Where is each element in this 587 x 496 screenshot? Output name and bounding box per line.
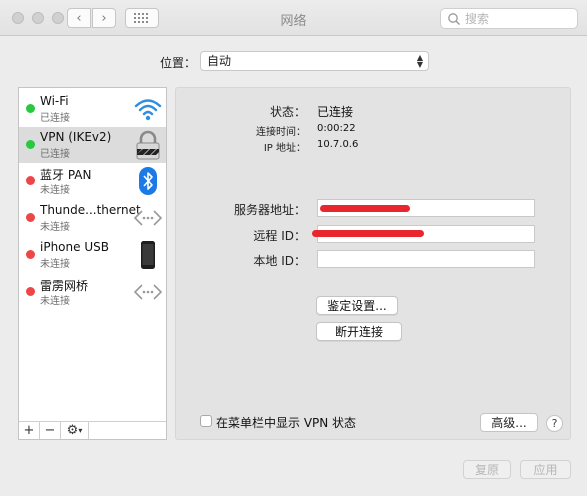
bluetooth-icon	[139, 167, 157, 195]
server-address-field[interactable]	[317, 199, 535, 217]
wifi-icon	[134, 99, 162, 121]
ip-address-value: 10.7.0.6	[317, 139, 359, 150]
gear-menu-button[interactable]: ⚙ ▾	[61, 422, 89, 439]
service-list-toolbar: + − ⚙ ▾	[19, 421, 166, 439]
service-item-vpn[interactable]: VPN (IKEv2) 已连接	[19, 127, 166, 163]
chevron-down-icon: ▾	[78, 426, 83, 435]
service-item-thunderbolt-ethernet[interactable]: Thunde...thernet 未连接	[19, 200, 166, 236]
service-name: Wi-Fi	[40, 94, 69, 108]
location-value: 自动	[207, 54, 232, 68]
location-label: 位置：	[160, 56, 197, 70]
redaction-mark	[320, 205, 410, 212]
remote-id-label: 远程 ID：	[253, 229, 306, 243]
service-item-iphone-usb[interactable]: iPhone USB 未连接	[19, 237, 166, 273]
service-status: 未连接	[40, 296, 70, 307]
status-label: 状态：	[269, 105, 306, 119]
vpn-detail-panel: 状态： 已连接 连接时间： 0:00:22 IP 地址： 10.7.0.6 服务…	[175, 87, 571, 440]
service-status: 未连接	[40, 259, 70, 270]
show-vpn-status-label: 在菜单栏中显示 VPN 状态	[216, 416, 357, 430]
service-name: Thunde...thernet	[40, 203, 141, 217]
service-item-thunderbolt-bridge[interactable]: 雷雳网桥 未连接	[19, 274, 166, 310]
service-list: Wi-Fi 已连接 VPN (IKEv2) 已连接 蓝牙 PAN 未连接 Thu…	[18, 87, 167, 440]
local-id-label: 本地 ID：	[253, 254, 306, 268]
service-item-wifi[interactable]: Wi-Fi 已连接	[19, 91, 166, 127]
iphone-icon	[141, 241, 155, 269]
lock-icon	[136, 130, 160, 160]
service-status: 未连接	[40, 185, 70, 196]
ip-address-label: IP 地址：	[263, 143, 306, 154]
search-icon	[448, 12, 460, 25]
connect-time-value: 0:00:22	[317, 123, 356, 134]
network-preferences-window: ‹ › 网络 搜索 位置： 自动 ▲ ▼ Wi-Fi 已连接 VPN (IKEv…	[0, 0, 587, 496]
service-name: iPhone USB	[40, 240, 109, 254]
status-dot	[26, 176, 35, 185]
status-dot	[26, 287, 35, 296]
location-select[interactable]: 自动 ▲ ▼	[200, 51, 429, 71]
service-status: 已连接	[40, 149, 70, 160]
search-placeholder: 搜索	[465, 12, 490, 26]
apply-button[interactable]: 应用	[520, 460, 571, 479]
service-name: VPN (IKEv2)	[40, 130, 112, 144]
gear-icon: ⚙	[66, 423, 79, 438]
status-dot	[26, 213, 35, 222]
status-dot	[26, 140, 35, 149]
remove-service-button[interactable]: −	[40, 422, 61, 439]
help-button[interactable]: ?	[546, 415, 563, 432]
connect-time-label: 连接时间：	[256, 127, 306, 138]
bridge-icon	[133, 284, 163, 300]
authentication-settings-button[interactable]: 鉴定设置...	[316, 296, 398, 315]
title-bar: ‹ › 网络 搜索	[0, 0, 587, 36]
remote-id-field[interactable]	[312, 225, 535, 243]
select-arrows-icon: ▲ ▼	[416, 53, 423, 69]
status-dot	[26, 104, 35, 113]
show-vpn-status-checkbox[interactable]	[200, 415, 212, 427]
service-item-bluetooth-pan[interactable]: 蓝牙 PAN 未连接	[19, 163, 166, 199]
ethernet-icon	[133, 210, 163, 226]
add-service-button[interactable]: +	[19, 422, 40, 439]
status-value: 已连接	[317, 105, 354, 119]
search-field[interactable]: 搜索	[440, 8, 578, 29]
advanced-button[interactable]: 高级...	[480, 413, 538, 432]
redaction-mark	[312, 230, 424, 237]
local-id-field[interactable]	[317, 250, 535, 268]
revert-button[interactable]: 复原	[463, 460, 511, 479]
service-status: 已连接	[40, 113, 70, 124]
service-status: 未连接	[40, 222, 70, 233]
status-dot	[26, 250, 35, 259]
server-address-label: 服务器地址：	[233, 203, 306, 217]
disconnect-button[interactable]: 断开连接	[316, 322, 402, 341]
